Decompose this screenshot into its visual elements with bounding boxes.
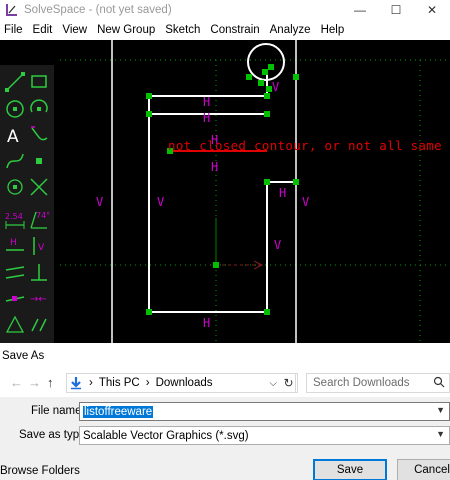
constraint-vertical-label[interactable]: V [274,238,281,252]
save-type-value: Scalable Vector Graphics (*.svg) [83,429,249,442]
file-name-label: File name: [31,405,85,417]
parallel-constraint-icon[interactable] [4,261,26,283]
address-bar[interactable]: › This PC › Downloads ⌵ [66,373,296,393]
svg-text:A: A [7,127,19,146]
origin-axes [215,218,264,270]
constraint-vertical-label[interactable]: V [157,195,164,209]
constraint-vertical-label[interactable]: V [96,195,103,209]
menu-new-group[interactable]: New Group [93,24,159,36]
solvespace-app-icon [4,2,20,18]
circle-tool-icon[interactable] [4,98,26,120]
back-arrow-icon[interactable]: ← [10,375,23,390]
sketch-canvas[interactable]: H H H H H H V V V V V not closed contour… [0,40,450,343]
constraint-horizontal-label[interactable]: H [279,186,286,200]
error-message: not closed contour, or not all same styl… [168,138,450,153]
refresh-icon[interactable]: ↻ [280,373,298,393]
on-point-constraint-icon[interactable] [4,287,26,309]
save-as-dialog: Save As ← → ↑ › This PC › Downloads ⌵ ↻ … [0,343,450,480]
sketch-points[interactable] [146,64,299,315]
minimize-button[interactable]: — [342,0,378,20]
title-bar: SolveSpace - (not yet saved) — ☐ ✕ [0,0,450,20]
constraint-horizontal-label[interactable]: H [203,95,210,109]
downloads-folder-icon [69,376,85,390]
menu-file[interactable]: File [0,24,27,36]
navigation-bar: ← → ↑ › This PC › Downloads ⌵ ↻ Search D… [0,371,450,395]
menu-view[interactable]: View [58,24,91,36]
angle-constraint-icon[interactable]: 74° [28,209,50,231]
dialog-footer: File name: listoffreeware ▼ Save as type… [0,397,450,480]
sketch-toolbar: A 2.54 74° H V →← [0,65,54,343]
up-arrow-icon[interactable]: ↑ [47,375,54,390]
chevron-down-icon[interactable]: ⌵ [269,378,277,389]
point-tool-icon[interactable] [28,150,50,172]
search-placeholder: Search Downloads [313,377,410,389]
vertical-constraint-icon[interactable]: V [28,235,50,257]
constraint-horizontal-label[interactable]: H [203,316,210,330]
menu-analyze[interactable]: Analyze [266,24,315,36]
arc-tool-icon[interactable] [28,98,50,120]
menu-edit[interactable]: Edit [29,24,57,36]
equal-constraint-icon[interactable] [28,313,50,335]
forward-arrow-icon[interactable]: → [28,375,41,390]
svg-text:H: H [10,238,17,248]
symmetric-constraint-icon[interactable]: →← [28,287,50,309]
constraint-vertical-label[interactable]: V [302,195,309,209]
workplane-boundary [60,59,450,343]
search-icon [433,376,445,391]
svg-text:74°: 74° [36,211,50,220]
file-name-field[interactable]: listoffreeware ▼ [79,402,450,421]
bezier-tool-icon[interactable] [4,150,26,172]
cancel-button[interactable]: Cancel [397,459,450,480]
dialog-title: Save As [2,350,45,362]
save-type-select[interactable]: Scalable Vector Graphics (*.svg) ▼ [79,426,450,445]
svg-text:2.54: 2.54 [5,212,23,221]
line-tool-icon[interactable] [4,71,26,93]
close-button[interactable]: ✕ [414,0,450,20]
breadcrumb-separator-icon: › [145,377,150,389]
split-curves-tool-icon[interactable] [28,176,50,198]
save-button[interactable]: Save [313,459,387,480]
file-name-value: listoffreeware [83,405,154,418]
search-input[interactable]: Search Downloads [306,373,450,393]
text-tool-icon[interactable]: A [4,124,26,147]
maximize-button[interactable]: ☐ [378,0,414,20]
constraint-vertical-label[interactable]: V [272,80,279,94]
perpendicular-constraint-icon[interactable] [28,261,50,283]
horizontal-constraint-icon[interactable]: H [4,235,26,257]
svg-text:→←: →← [30,294,47,305]
tangent-arc-tool-icon[interactable] [28,124,50,146]
chevron-down-icon[interactable]: ▼ [436,405,445,415]
window-title: SolveSpace - (not yet saved) [24,4,172,16]
construction-tool-icon[interactable] [4,176,26,198]
chevron-down-icon: ▼ [436,429,445,439]
menu-sketch[interactable]: Sketch [161,24,204,36]
svg-text:V: V [38,243,45,253]
constraint-horizontal-label[interactable]: H [211,160,218,174]
rectangle-tool-icon[interactable] [28,71,50,93]
breadcrumb-this-pc[interactable]: This PC [99,377,140,389]
midpoint-constraint-icon[interactable] [4,313,26,335]
browse-folders-toggle[interactable]: Browse Folders [0,465,80,477]
menu-bar: File Edit View New Group Sketch Constrai… [0,20,450,40]
sketch-drawing [60,40,450,343]
menu-constrain[interactable]: Constrain [206,24,263,36]
breadcrumb-downloads[interactable]: Downloads [156,377,213,389]
breadcrumb-separator-icon: › [89,377,93,389]
distance-constraint-icon[interactable]: 2.54 [4,209,26,231]
constraint-horizontal-label[interactable]: H [203,111,210,125]
menu-help[interactable]: Help [317,24,349,36]
